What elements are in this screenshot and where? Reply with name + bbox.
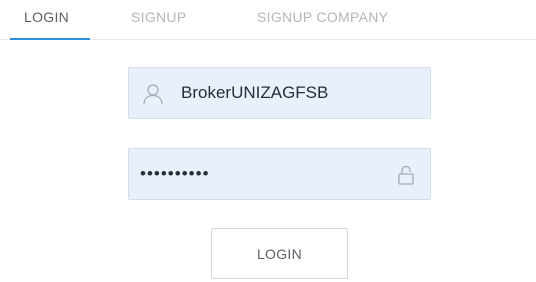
lock-icon [394,163,418,187]
tab-signup-company[interactable]: SIGNUP COMPANY [257,9,388,25]
login-button[interactable]: LOGIN [211,228,348,279]
tab-signup[interactable]: SIGNUP [131,9,186,25]
username-input[interactable] [181,68,421,118]
auth-tabs: LOGIN SIGNUP SIGNUP COMPANY [0,0,536,40]
password-input[interactable] [140,149,380,199]
login-page: LOGIN SIGNUP SIGNUP COMPANY LOGIN [0,0,536,282]
password-field[interactable] [128,148,431,200]
user-icon [141,82,165,106]
tab-login[interactable]: LOGIN [24,9,69,25]
username-field[interactable] [128,67,431,119]
active-tab-indicator [10,38,90,40]
